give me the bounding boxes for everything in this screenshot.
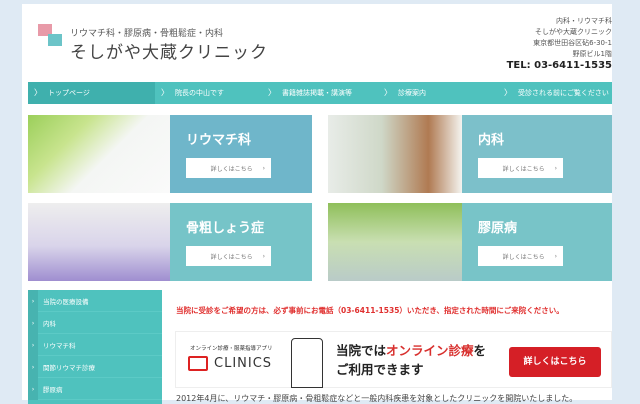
- chevron-right-icon: 〉: [384, 88, 392, 97]
- sidebar-item[interactable]: › リウマチ科: [28, 333, 162, 356]
- chevron-right-icon: 〉: [504, 88, 512, 97]
- lavender-image: [28, 203, 170, 281]
- nav-label: 受診される前にご覧ください: [518, 89, 609, 97]
- nav-top[interactable]: 〉トップページ: [28, 82, 155, 104]
- clinics-logo: CLINICS: [188, 356, 272, 371]
- sidebar-label: 当院の医療設備: [43, 297, 89, 306]
- nav-label: 書籍雑誌掲載・講演等: [282, 89, 352, 97]
- details-button[interactable]: 詳しくはこちら ›: [478, 158, 563, 178]
- chevron-right-icon: 〉: [268, 88, 276, 97]
- card-title: リウマチ科: [186, 133, 252, 148]
- phone-number: TEL: 03-6411-1535: [506, 60, 612, 71]
- card-title: 膠原病: [478, 221, 518, 236]
- nav-label: 診療案内: [398, 89, 426, 97]
- clinics-details-button[interactable]: 詳しくはこちら: [509, 347, 601, 377]
- nav-director[interactable]: 〉院長の中山です: [155, 82, 262, 104]
- nav-label: 院長の中山です: [175, 89, 224, 97]
- plant-window-image: [328, 115, 462, 193]
- card-internal-medicine[interactable]: 内科詳しくはこちら ›: [328, 115, 612, 193]
- nav-before-visit[interactable]: 〉受診される前にご覧ください: [498, 82, 612, 104]
- address-line: 野原ビル1階: [572, 50, 612, 58]
- details-button[interactable]: 詳しくはこちら ›: [186, 158, 271, 178]
- msg-text: を: [473, 343, 487, 358]
- intro-paragraph: 2012年4月に、リウマチ・膠原病・骨粗鬆症などと一般内科疾患を対象としたクリニ…: [176, 394, 578, 403]
- sidebar-label: リウマチ科: [43, 341, 76, 350]
- header-address: 内科・リウマチ科 そしがや大蔵クリニック 東京都世田谷区砧6-30-1 野原ビル…: [533, 16, 612, 60]
- clinics-brand: CLINICS: [214, 356, 273, 371]
- sidebar-label: 内科: [43, 319, 56, 328]
- msg-text: 当院では: [336, 343, 387, 358]
- details-button[interactable]: 詳しくはこちら ›: [186, 246, 271, 266]
- clinic-logo-icon[interactable]: [36, 22, 64, 54]
- chevron-right-icon: ›: [262, 164, 265, 172]
- button-label: 詳しくはこちら: [502, 165, 545, 173]
- button-label: 詳しくはこちら: [210, 253, 253, 261]
- button-label: 詳しくはこちら: [502, 253, 545, 261]
- msg-text: ご利用できます: [336, 362, 424, 377]
- sidebar-item[interactable]: › 関節リウマチ診療: [28, 355, 162, 378]
- chevron-right-icon: 〉: [161, 88, 169, 97]
- sidebar-item[interactable]: › 膠原病: [28, 377, 162, 400]
- appointment-notice: 当院に受診をご希望の方は、必ず事前にお電話（03-6411-1535）いただき、…: [176, 306, 564, 315]
- card-collagen-disease[interactable]: 膠原病詳しくはこちら ›: [328, 203, 612, 281]
- msg-emphasis: オンライン診療: [386, 343, 474, 358]
- chevron-right-icon: ›: [28, 289, 38, 312]
- sidebar-item[interactable]: › 当院の医療設備: [28, 289, 162, 312]
- address-line: そしがや大蔵クリニック: [535, 28, 612, 36]
- details-button[interactable]: 詳しくはこちら ›: [478, 246, 563, 266]
- chevron-right-icon: ›: [262, 252, 265, 260]
- doctor-phone-icon: [291, 338, 323, 388]
- clinics-logo-icon: [188, 356, 208, 371]
- herb-image: [28, 115, 170, 193]
- sidebar-label: 膠原病: [43, 385, 63, 394]
- chevron-right-icon: ›: [28, 377, 38, 400]
- address-line: 内科・リウマチ科: [556, 17, 612, 25]
- address-line: 東京都世田谷区砧6-30-1: [533, 39, 612, 47]
- clinics-message: 当院ではオンライン診療を ご利用できます: [336, 341, 486, 379]
- chevron-right-icon: ›: [554, 252, 557, 260]
- card-title: 骨粗しょう症: [186, 221, 265, 236]
- chevron-right-icon: ›: [28, 333, 38, 356]
- main-nav: 〉トップページ 〉院長の中山です 〉書籍雑誌掲載・講演等 〉診療案内 〉受診され…: [28, 82, 612, 104]
- greenery-image: [328, 203, 462, 281]
- page: リウマチ科・膠原病・骨粗鬆症・内科 そしがや大蔵クリニック 内科・リウマチ科 そ…: [22, 4, 612, 404]
- clinics-tagline: オンライン診療・服薬指導アプリ: [190, 346, 273, 352]
- nav-services[interactable]: 〉診療案内: [378, 82, 498, 104]
- card-title: 内科: [478, 133, 505, 148]
- chevron-right-icon: ›: [554, 164, 557, 172]
- card-rheumatology[interactable]: リウマチ科詳しくはこちら ›: [28, 115, 312, 193]
- chevron-right-icon: ›: [28, 355, 38, 378]
- chevron-right-icon: 〉: [34, 88, 42, 97]
- button-label: 詳しくはこちら: [210, 165, 253, 173]
- card-osteoporosis[interactable]: 骨粗しょう症詳しくはこちら ›: [28, 203, 312, 281]
- sidebar-item[interactable]: › 内科: [28, 311, 162, 334]
- nav-label: トップページ: [48, 89, 90, 97]
- nav-publications[interactable]: 〉書籍雑誌掲載・講演等: [262, 82, 378, 104]
- clinics-banner[interactable]: オンライン診療・服薬指導アプリ CLINICS 当院ではオンライン診療を ご利用…: [175, 331, 612, 388]
- sidebar-menu: › 当院の医療設備 › 内科 › リウマチ科 › 関節リウマチ診療 › 膠原病: [28, 289, 162, 404]
- clinic-name[interactable]: そしがや大蔵クリニック: [70, 38, 268, 63]
- sidebar-label: 関節リウマチ診療: [43, 363, 95, 372]
- chevron-right-icon: ›: [28, 311, 38, 334]
